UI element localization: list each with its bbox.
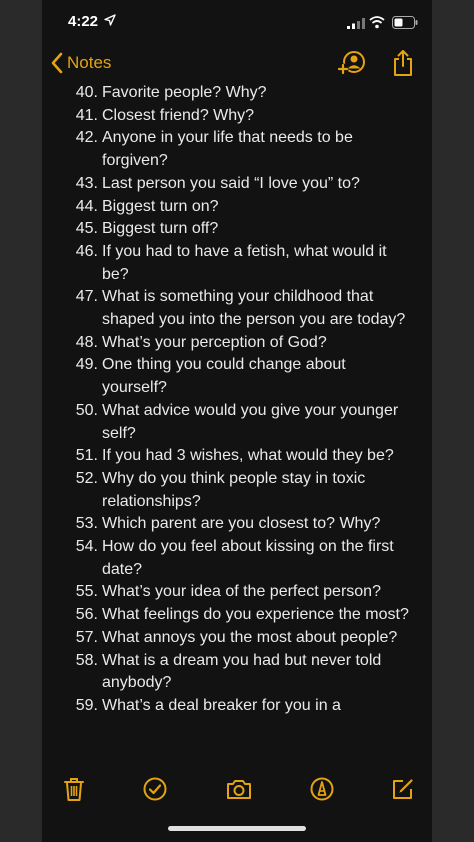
add-person-icon[interactable] <box>337 50 365 76</box>
list-item: 44. Biggest turn on? <box>42 196 432 219</box>
list-item: 58. What is a dream you had but never tol… <box>42 650 432 695</box>
list-item-text: What’s your perception of God? <box>102 333 327 351</box>
list-item-number: 43. <box>75 174 98 192</box>
list-item-number: 51. <box>75 447 98 465</box>
list-item: 54. How do you feel about kissing on the … <box>42 536 432 581</box>
list-item-number: 41. <box>75 106 98 124</box>
list-item-text: Biggest turn off? <box>102 220 219 238</box>
list-item: 51. If you had 3 wishes, what would they … <box>42 445 432 468</box>
list-item: 43. Last person you said “I love you” to? <box>42 173 432 196</box>
list-item: 48. What’s your perception of God? <box>42 332 432 355</box>
list-item: 42. Anyone in your life that needs to be … <box>42 127 432 172</box>
list-item-number: 42. <box>75 129 98 147</box>
location-arrow-icon <box>104 14 116 26</box>
list-item: 40. Favorite people? Why? <box>42 82 432 105</box>
bottom-toolbar <box>42 770 432 810</box>
list-item-number: 50. <box>75 401 98 419</box>
list-item-number: 45. <box>75 220 98 238</box>
list-item: 50. What advice would you give your young… <box>42 400 432 445</box>
list-item: 52. Why do you think people stay in toxic… <box>42 468 432 513</box>
back-to-notes-button[interactable]: Notes <box>50 51 111 75</box>
share-icon[interactable] <box>392 49 414 77</box>
markup-pen-icon[interactable] <box>309 776 335 802</box>
checklist-icon[interactable] <box>142 776 168 802</box>
list-item-text: One thing you could change about yoursel… <box>102 356 346 397</box>
list-item-text: If you had to have a fetish, what would … <box>102 242 387 283</box>
status-time: 4:22 <box>68 13 99 30</box>
list-item-number: 47. <box>75 288 98 306</box>
notes-app-screen: 4:22 Notes 40. Favorite people? Why? 41.… <box>42 0 432 842</box>
list-item-number: 56. <box>75 606 98 624</box>
list-item-number: 59. <box>75 696 98 714</box>
compose-icon[interactable] <box>390 776 416 802</box>
list-item-text: Why do you think people stay in toxic re… <box>102 469 366 510</box>
list-item-text: Closest friend? Why? <box>102 106 255 124</box>
list-item-number: 57. <box>75 628 98 646</box>
list-item-text: How do you feel about kissing on the fir… <box>102 538 394 578</box>
list-item: 57. What annoys you the most about people… <box>42 627 432 650</box>
list-item-text: What’s a deal breaker for you in a <box>102 696 341 714</box>
list-item: 46. If you had to have a fetish, what wou… <box>42 241 432 286</box>
list-item-number: 53. <box>75 515 98 533</box>
back-label: Notes <box>67 53 112 72</box>
list-item-number: 48. <box>75 333 98 351</box>
list-item-text: What annoys you the most about people? <box>102 628 398 646</box>
wifi-icon <box>369 16 385 29</box>
list-item: 59. What’s a deal breaker for you in a <box>42 695 432 718</box>
list-item-text: What is a dream you had but never told a… <box>102 651 382 692</box>
navigation-bar: Notes <box>42 44 432 84</box>
list-item-number: 54. <box>75 538 98 556</box>
list-item: 41. Closest friend? Why? <box>42 105 432 128</box>
list-item-text: What’s your idea of the perfect person? <box>102 583 381 601</box>
status-bar: 4:22 <box>42 0 432 44</box>
list-item: 45. Biggest turn off? <box>42 218 432 241</box>
list-item: 47. What is something your childhood that… <box>42 286 432 331</box>
list-item-number: 46. <box>75 242 98 260</box>
list-item-text: Anyone in your life that needs to be for… <box>102 129 353 170</box>
list-item: 53. Which parent are you closest to? Why? <box>42 513 432 536</box>
list-item-text: What is something your childhood that sh… <box>102 288 406 329</box>
battery-icon <box>392 16 418 29</box>
list-item-number: 55. <box>75 583 98 601</box>
list-item-text: What feelings do you experience the most… <box>102 606 409 624</box>
list-item-text: If you had 3 wishes, what would they be? <box>102 447 394 465</box>
list-item: 49. One thing you could change about your… <box>42 354 432 399</box>
camera-icon[interactable] <box>225 776 253 802</box>
list-item: 56. What feelings do you experience the m… <box>42 604 432 627</box>
list-item-text: What advice would you give your younger … <box>102 401 399 442</box>
list-item-number: 49. <box>75 356 98 374</box>
list-item-number: 58. <box>75 651 98 669</box>
trash-icon[interactable] <box>61 776 87 802</box>
list-item-text: Which parent are you closest to? Why? <box>102 515 381 533</box>
list-item-text: Biggest turn on? <box>102 197 219 215</box>
back-chevron-icon <box>51 52 63 74</box>
list-item-number: 44. <box>75 197 98 215</box>
list-item-text: Last person you said “I love you” to? <box>102 174 360 192</box>
list-item-number: 52. <box>75 469 98 487</box>
list-item-text: Favorite people? Why? <box>102 84 267 101</box>
list-item: 55. What’s your idea of the perfect perso… <box>42 581 432 604</box>
list-item-number: 40. <box>75 84 98 101</box>
note-body[interactable]: 40. Favorite people? Why? 41. Closest frien… <box>42 82 432 764</box>
home-indicator[interactable] <box>168 826 306 831</box>
cellular-signal-icon <box>347 18 365 29</box>
